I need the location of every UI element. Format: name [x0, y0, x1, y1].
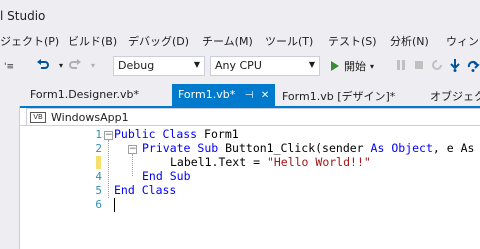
line-number: 6 — [95, 198, 102, 211]
keyword: As — [370, 141, 385, 155]
unsaved-change-marker — [96, 156, 101, 169]
solution-config-value: Debug — [118, 59, 155, 72]
step-into-icon[interactable] — [446, 56, 464, 74]
tab-label: Form1.vb* — [178, 88, 236, 101]
text-caret — [114, 198, 115, 212]
chevron-down-icon: ▼ — [193, 60, 200, 69]
code-line-3: Label1.Text = "Hello World!!" — [170, 155, 371, 170]
tab-label: Form1.Designer.vb* — [30, 88, 139, 101]
platform-select[interactable]: Any CPU ▼ — [210, 56, 320, 76]
solution-config-select[interactable]: Debug ▼ — [113, 56, 205, 76]
menu-test[interactable]: テスト(S) — [328, 33, 377, 49]
navigate-icon[interactable]: '≡ — [2, 56, 20, 74]
tab-object-browser[interactable]: オブジェクト — [424, 84, 480, 106]
title-bar: l Studio — [0, 0, 480, 30]
chevron-down-icon: ▼ — [308, 60, 315, 69]
start-label: 開始 — [344, 60, 366, 73]
line-number: 2 — [95, 142, 102, 155]
outline-guide — [132, 154, 133, 176]
menu-window[interactable]: ウィンド — [446, 33, 480, 49]
keyword: Public — [114, 127, 156, 141]
keyword: End — [142, 169, 163, 183]
identifier: Form1 — [204, 127, 239, 141]
pin-icon[interactable]: ⊣ — [245, 90, 254, 101]
code-line-4: End Sub — [142, 169, 191, 184]
redo-icon[interactable] — [66, 56, 84, 74]
step-over-icon[interactable] — [464, 56, 480, 74]
vb-project-icon: VB — [30, 112, 46, 123]
tab-label: Form1.vb [デザイン]* — [282, 90, 396, 103]
platform-value: Any CPU — [215, 59, 262, 72]
toolbar: '≡ ▾ ▾ Debug ▼ Any CPU ▼ 開始 ▾ — [0, 52, 480, 78]
code-text: , e As — [432, 141, 475, 155]
tab-form1-vb[interactable]: Form1.vb* ⊣ ✕ — [172, 84, 276, 106]
window-title: l Studio — [0, 9, 46, 23]
keyword: End — [114, 183, 135, 197]
menu-project[interactable]: ジェクト(P) — [0, 33, 59, 49]
document-tab-bar: Form1.Designer.vb* Form1.vb* ⊣ ✕ Form1.v… — [0, 84, 480, 106]
keyword: Sub — [197, 141, 219, 155]
code-line-5: End Class — [114, 183, 176, 198]
collapse-icon[interactable]: − — [128, 145, 137, 154]
start-dropdown-icon[interactable]: ▾ — [370, 62, 374, 71]
tab-label: オブジェクト — [430, 90, 480, 103]
keyword: Class — [141, 183, 177, 197]
menu-analyze[interactable]: 分析(N) — [390, 33, 429, 49]
tab-form1-vb-design[interactable]: Form1.vb [デザイン]* — [276, 84, 401, 106]
menu-build[interactable]: ビルド(B) — [68, 33, 117, 49]
start-button[interactable]: 開始 ▾ — [330, 56, 374, 76]
keyword: Private — [142, 141, 191, 155]
menu-debug[interactable]: デバッグ(D) — [128, 33, 189, 49]
keyword: Sub — [169, 169, 191, 183]
code-editor[interactable]: 1 2 3 4 5 6 − − Public Class Form1 Priva… — [20, 126, 480, 249]
code-line-2: Private Sub Button1_Click(sender As Obje… — [142, 141, 474, 156]
collapse-icon[interactable]: − — [104, 131, 113, 140]
collapsed-tool-panel[interactable]: ‹ — [0, 84, 20, 249]
redo-dropdown-icon[interactable]: ▾ — [84, 56, 102, 74]
menu-team[interactable]: チーム(M) — [202, 33, 253, 49]
project-select[interactable]: VB WindowsApp1 — [26, 108, 480, 126]
menu-tools[interactable]: ツール(T) — [265, 33, 313, 49]
tab-form1-designer-vb[interactable]: Form1.Designer.vb* — [24, 84, 145, 106]
line-number: 4 — [95, 170, 102, 183]
project-name: WindowsApp1 — [51, 111, 129, 124]
menu-bar: ジェクト(P) ビルド(B) デバッグ(D) チーム(M) ツール(T) テスト… — [0, 30, 480, 50]
code-navigation-bar: VB WindowsApp1 — [20, 108, 480, 126]
stop-icon[interactable] — [410, 56, 428, 74]
play-icon — [331, 61, 339, 71]
close-icon[interactable]: ✕ — [261, 90, 269, 101]
keyword: Class — [162, 127, 198, 141]
undo-icon[interactable] — [34, 56, 52, 74]
code-text: Label1.Text = — [170, 155, 267, 169]
identifier: Button1_Click(sender — [225, 141, 364, 155]
svg-text:'≡: '≡ — [4, 62, 14, 72]
string-literal: "Hello World!!" — [266, 155, 371, 169]
pause-icon[interactable] — [392, 56, 410, 74]
outline-guide — [108, 140, 109, 198]
line-number: 1 — [95, 128, 102, 141]
keyword: Object — [391, 141, 433, 155]
line-number: 5 — [95, 184, 102, 197]
restart-icon[interactable] — [428, 56, 446, 74]
code-line-1: Public Class Form1 — [114, 127, 239, 142]
